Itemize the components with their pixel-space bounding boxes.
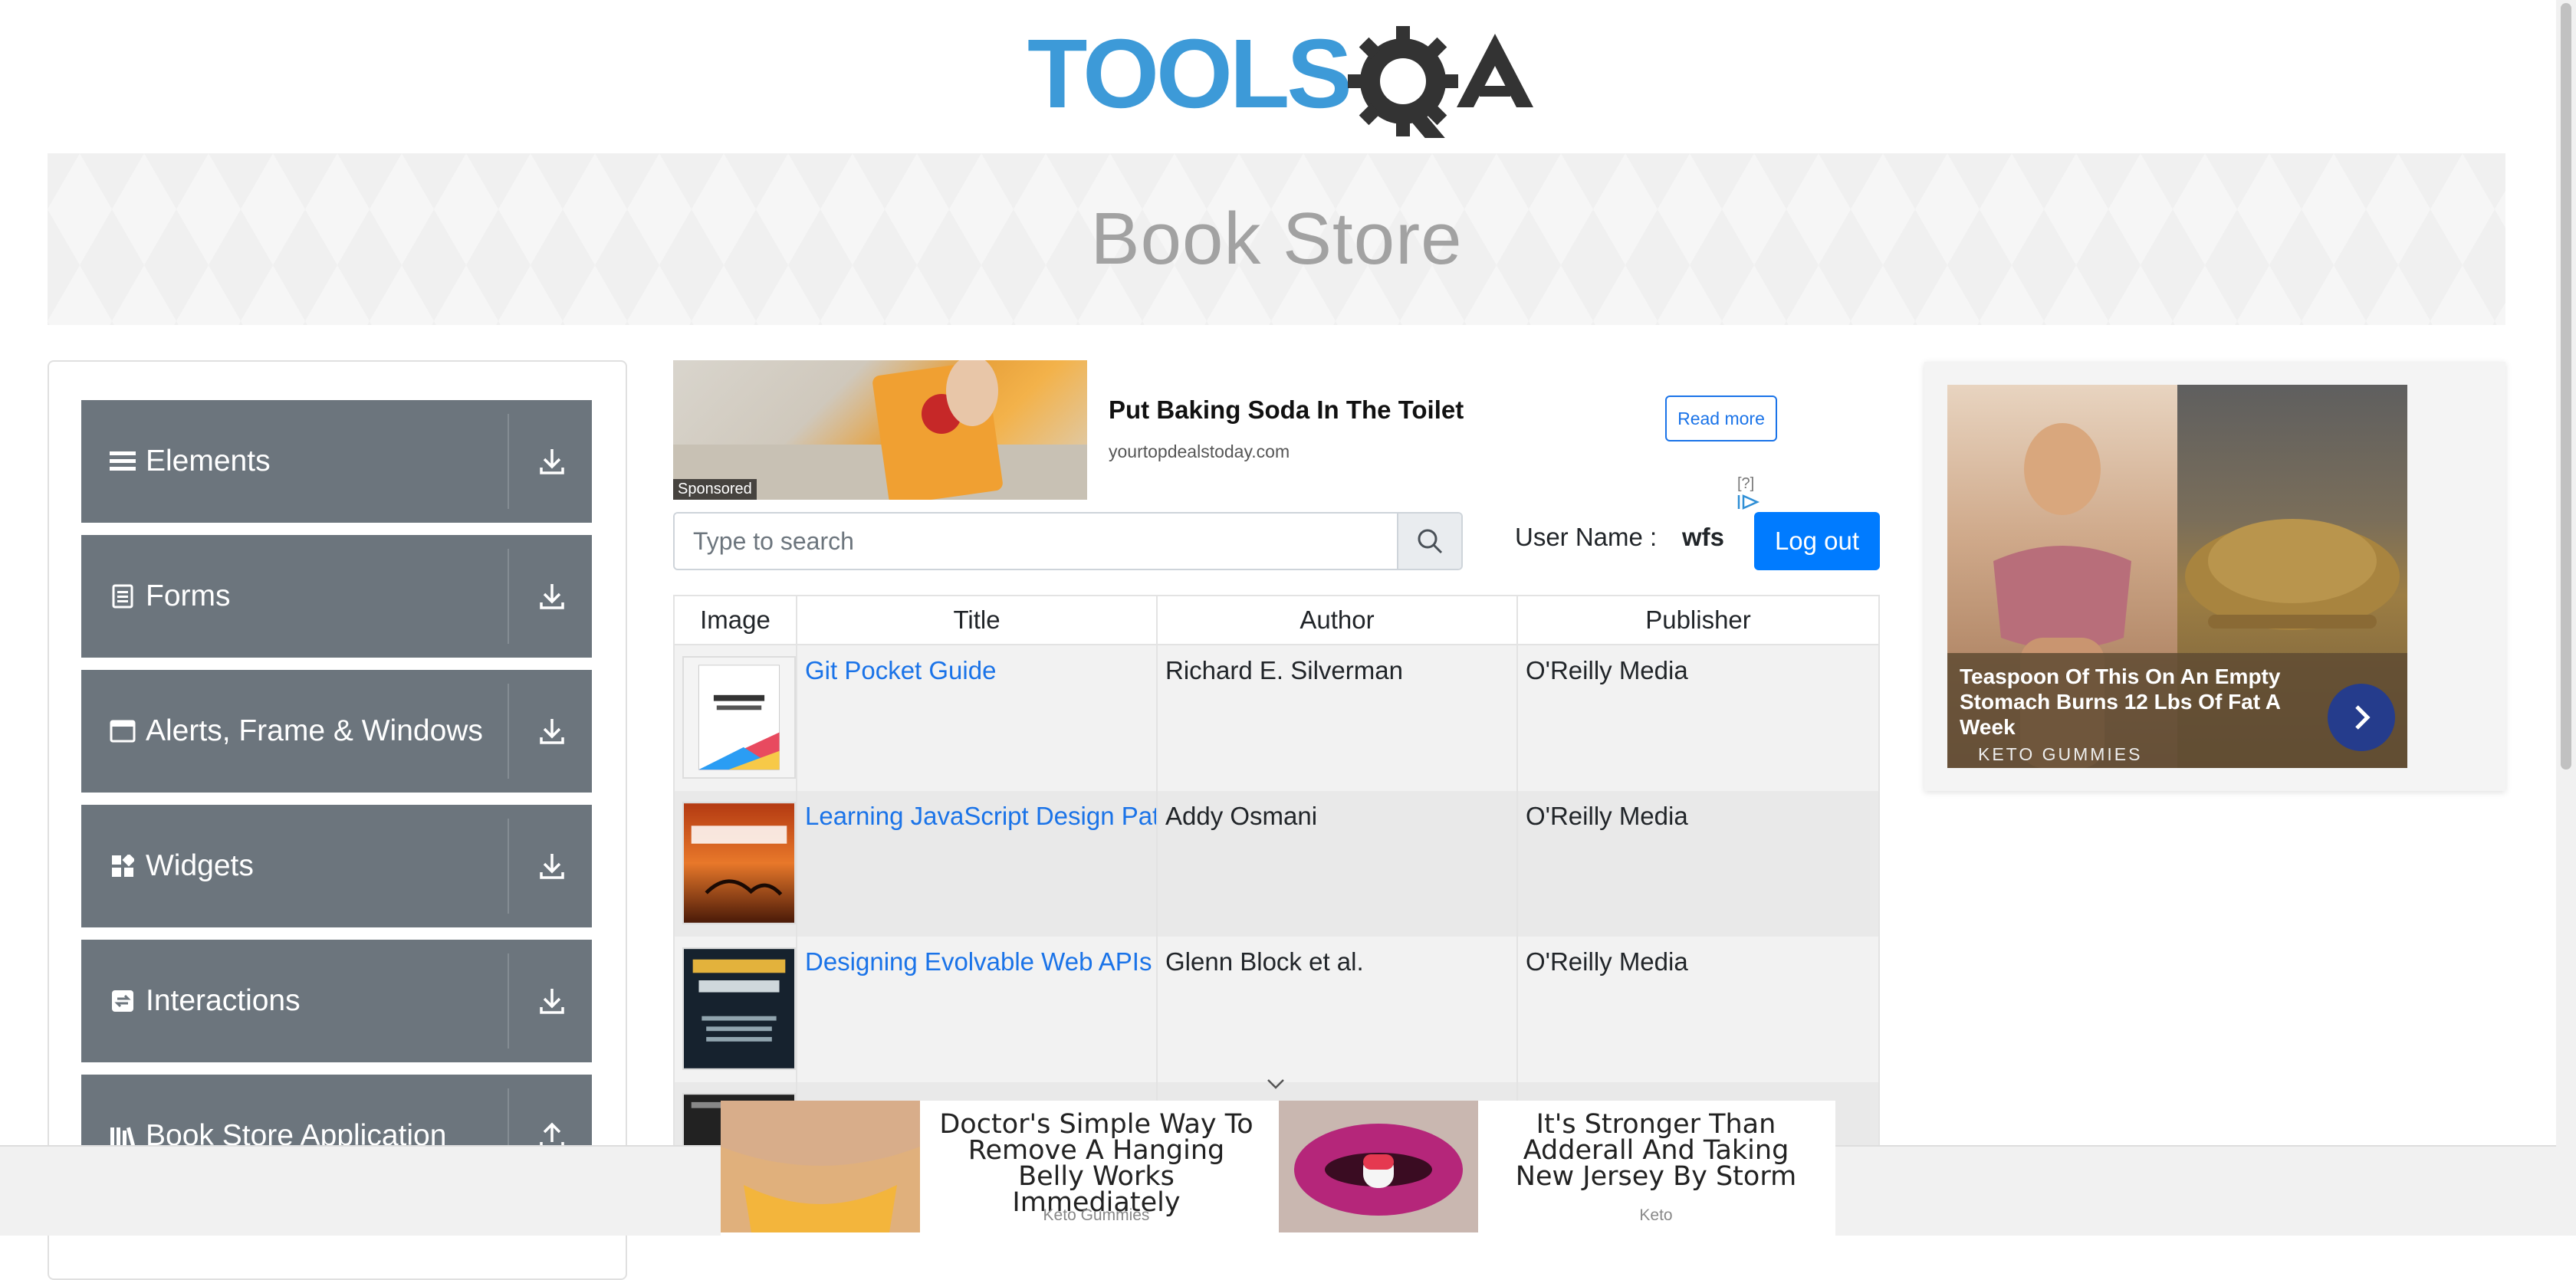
sponsored-ad-bottom: Doctor's Simple Way To Remove A Hanging … [0, 1079, 2556, 1237]
ad-bottom-content: Doctor's Simple Way To Remove A Hanging … [721, 1101, 1835, 1237]
scrollbar-thumb[interactable] [2561, 3, 2571, 770]
widgets-icon [107, 851, 138, 881]
ad-headline[interactable]: Doctor's Simple Way To Remove A Hanging … [935, 1111, 1257, 1216]
column-header-image[interactable]: Image [675, 596, 797, 644]
ad-image[interactable] [1279, 1101, 1478, 1232]
interactions-icon [107, 986, 138, 1016]
ad-caption: Teaspoon Of This On An Empty Stomach Bur… [1947, 653, 2407, 768]
download-icon [535, 579, 569, 613]
ad-headline[interactable]: It's Stronger Than Adderall And Taking N… [1495, 1111, 1817, 1190]
page-scrollbar[interactable] [2556, 0, 2576, 1236]
column-header-author[interactable]: Author [1158, 596, 1518, 644]
table-header: Image Title Author Publisher [675, 596, 1878, 645]
book-title-link[interactable]: Designing Evolvable Web APIs w [805, 947, 1156, 976]
sponsored-ad-right[interactable]: Teaspoon Of This On An Empty Stomach Bur… [1924, 362, 2505, 791]
username-label: User Name : [1515, 523, 1658, 551]
adchoices-icon [1737, 494, 1760, 510]
sidebar-group-label: Interactions [146, 984, 301, 1017]
read-more-button[interactable]: Read more [1665, 395, 1777, 441]
window-icon [107, 716, 138, 747]
divider [508, 684, 509, 779]
column-header-title[interactable]: Title [797, 596, 1158, 644]
download-icon [535, 714, 569, 748]
book-cover-image [682, 802, 796, 924]
sidebar-group-interactions[interactable]: Interactions [81, 940, 592, 1062]
sidebar-group-label: Widgets [146, 849, 254, 882]
book-title-cell: Learning JavaScript Design Patt [797, 791, 1158, 937]
divider [508, 953, 509, 1049]
table-row: Git Pocket Guide Richard E. Silverman O'… [675, 645, 1878, 791]
table-row: Learning JavaScript Design Patt Addy Osm… [675, 791, 1878, 937]
logo-graphic: TOOLS [1027, 19, 1533, 150]
sidebar-group-widgets[interactable]: Widgets [81, 805, 592, 927]
logout-button[interactable]: Log out [1754, 512, 1880, 570]
sidebar-group-alerts[interactable]: Alerts, Frame & Windows [81, 670, 592, 793]
ad-headline[interactable]: Teaspoon Of This On An Empty Stomach Bur… [1960, 664, 2289, 740]
ad-url[interactable]: yourtopdealstoday.com [1109, 441, 1290, 462]
ad-brand: Keto [1639, 1206, 1673, 1224]
book-author-cell: Glenn Block et al. [1158, 937, 1518, 1082]
ad-image[interactable] [721, 1101, 920, 1232]
book-cover-image [682, 947, 796, 1070]
ad-choices-label: [?] [1737, 475, 1755, 492]
page-title: Book Store [1090, 198, 1463, 280]
download-icon [535, 849, 569, 883]
sidebar-group-elements[interactable]: Elements [81, 400, 592, 523]
book-cover-cell [675, 791, 797, 937]
book-title-link[interactable]: Git Pocket Guide [805, 656, 996, 684]
ad-brand: KETO GUMMIES [1978, 744, 2143, 764]
ad-headline[interactable]: Put Baking Soda In The Toilet [1109, 395, 1464, 425]
book-author-cell: Richard E. Silverman [1158, 645, 1518, 791]
username-value: wfs [1682, 523, 1725, 551]
search-box [673, 512, 1463, 570]
book-cover-cell [675, 645, 797, 791]
book-cover-cell [675, 937, 797, 1082]
ad-image[interactable]: Sponsored [673, 360, 1087, 500]
sidebar-group-label: Elements [146, 445, 271, 478]
ad-next-button[interactable] [2328, 684, 2395, 751]
table-row: Designing Evolvable Web APIs w Glenn Blo… [675, 937, 1878, 1082]
divider [508, 414, 509, 509]
ad-choices[interactable]: [?] [1737, 475, 1777, 510]
toolsqa-logo[interactable]: TOOLS [1027, 19, 1533, 150]
svg-text:TOOLS: TOOLS [1027, 21, 1349, 129]
sidebar-group-label: Alerts, Frame & Windows [146, 714, 483, 747]
book-publisher-cell: O'Reilly Media [1526, 947, 1688, 976]
book-title-cell: Git Pocket Guide [797, 645, 1158, 791]
sidebar-group-forms[interactable]: Forms [81, 535, 592, 658]
sponsored-ad-top[interactable]: Sponsored Put Baking Soda In The Toilet … [673, 360, 1777, 510]
book-title-cell: Designing Evolvable Web APIs w [797, 937, 1158, 1082]
book-publisher-cell: O'Reilly Media [1526, 802, 1688, 830]
download-icon [535, 445, 569, 478]
form-icon [107, 581, 138, 612]
list-icon [107, 446, 138, 477]
sponsored-label: Sponsored [673, 479, 757, 500]
search-button[interactable] [1397, 514, 1461, 569]
search-input[interactable] [675, 514, 1397, 569]
chevron-right-icon [2355, 705, 2371, 730]
ad-brand: Keto Gummies [1043, 1206, 1150, 1224]
ad-image[interactable]: Teaspoon Of This On An Empty Stomach Bur… [1947, 385, 2407, 768]
book-publisher-cell: O'Reilly Media [1526, 656, 1688, 684]
search-icon [1418, 529, 1443, 554]
book-author-cell: Addy Osmani [1158, 791, 1518, 937]
divider [508, 549, 509, 644]
column-header-publisher[interactable]: Publisher [1518, 596, 1878, 644]
page-banner: Book Store [48, 153, 2505, 325]
chevron-down-icon[interactable] [1265, 1073, 1286, 1095]
book-cover-image [682, 656, 796, 779]
book-title-link[interactable]: Learning JavaScript Design Patt [805, 802, 1156, 830]
sidebar-group-label: Forms [146, 579, 231, 612]
download-icon [535, 984, 569, 1018]
divider [508, 819, 509, 914]
